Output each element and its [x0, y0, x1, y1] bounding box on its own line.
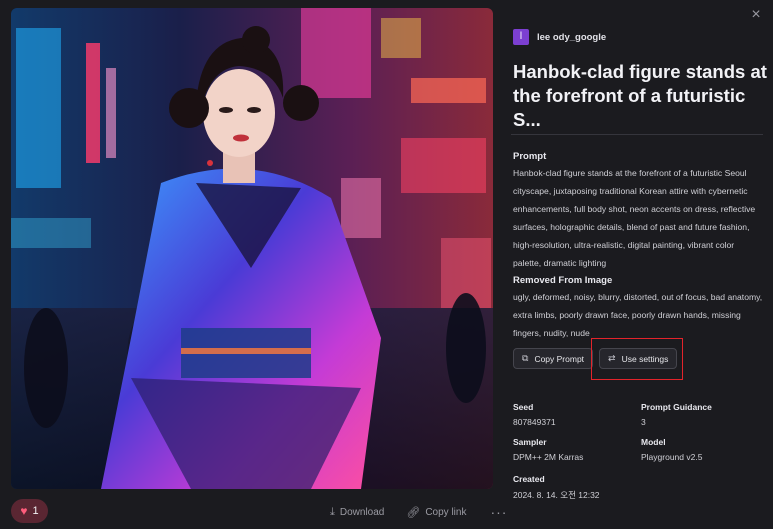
prompt-text: Hanbok-clad figure stands at the forefro…	[513, 168, 756, 268]
removed-text: ugly, deformed, noisy, blurry, distorted…	[513, 292, 763, 338]
guidance-block: Prompt Guidance 3	[641, 402, 761, 427]
copy-prompt-button[interactable]: ⧉ Copy Prompt	[513, 348, 594, 369]
copy-icon: ⧉	[522, 353, 529, 363]
copy-link-label: Copy link	[425, 506, 467, 518]
swap-icon: ⇄	[608, 353, 616, 363]
like-count: 1	[32, 505, 39, 517]
link-icon: 🔗︎	[406, 506, 421, 519]
download-label: Download	[339, 506, 385, 518]
avatar: l	[513, 29, 529, 45]
created-label: Created	[513, 474, 545, 484]
use-settings-button[interactable]: ⇄ Use settings	[599, 348, 678, 369]
prompt-label: Prompt	[513, 151, 547, 162]
close-icon[interactable]: ×	[747, 6, 765, 24]
model-block: Model Playground v2.5	[641, 437, 761, 462]
use-settings-label: Use settings	[621, 353, 669, 364]
guidance-value: 3	[641, 417, 646, 427]
prompt-actions: ⧉ Copy Prompt ⇄ Use settings	[513, 348, 678, 369]
download-icon: ⤓	[330, 505, 335, 518]
created-value: 2024. 8. 14. 오전 12:32	[513, 490, 600, 500]
download-button[interactable]: ⤓ Download	[330, 506, 384, 519]
removed-label: Removed From Image	[513, 275, 613, 286]
like-button[interactable]: ♥ 1	[11, 499, 48, 523]
heart-icon: ♥	[20, 504, 28, 518]
created-block: Created 2024. 8. 14. 오전 12:32	[513, 474, 763, 501]
model-value: Playground v2.5	[641, 452, 703, 462]
username: lee ody_google	[537, 31, 607, 43]
generated-image	[11, 8, 493, 489]
image-actions: ⤓ Download 🔗︎ Copy link ···	[330, 504, 507, 520]
copy-prompt-label: Copy Prompt	[534, 353, 585, 364]
author[interactable]: l lee ody_google	[513, 29, 606, 45]
image-title: Hanbok-clad figure stands at the forefro…	[513, 61, 767, 130]
model-label: Model	[641, 437, 666, 447]
more-options-icon[interactable]: ···	[490, 504, 507, 520]
copy-link-button[interactable]: 🔗︎ Copy link	[406, 506, 466, 519]
divider	[511, 134, 763, 135]
guidance-label: Prompt Guidance	[641, 402, 712, 412]
